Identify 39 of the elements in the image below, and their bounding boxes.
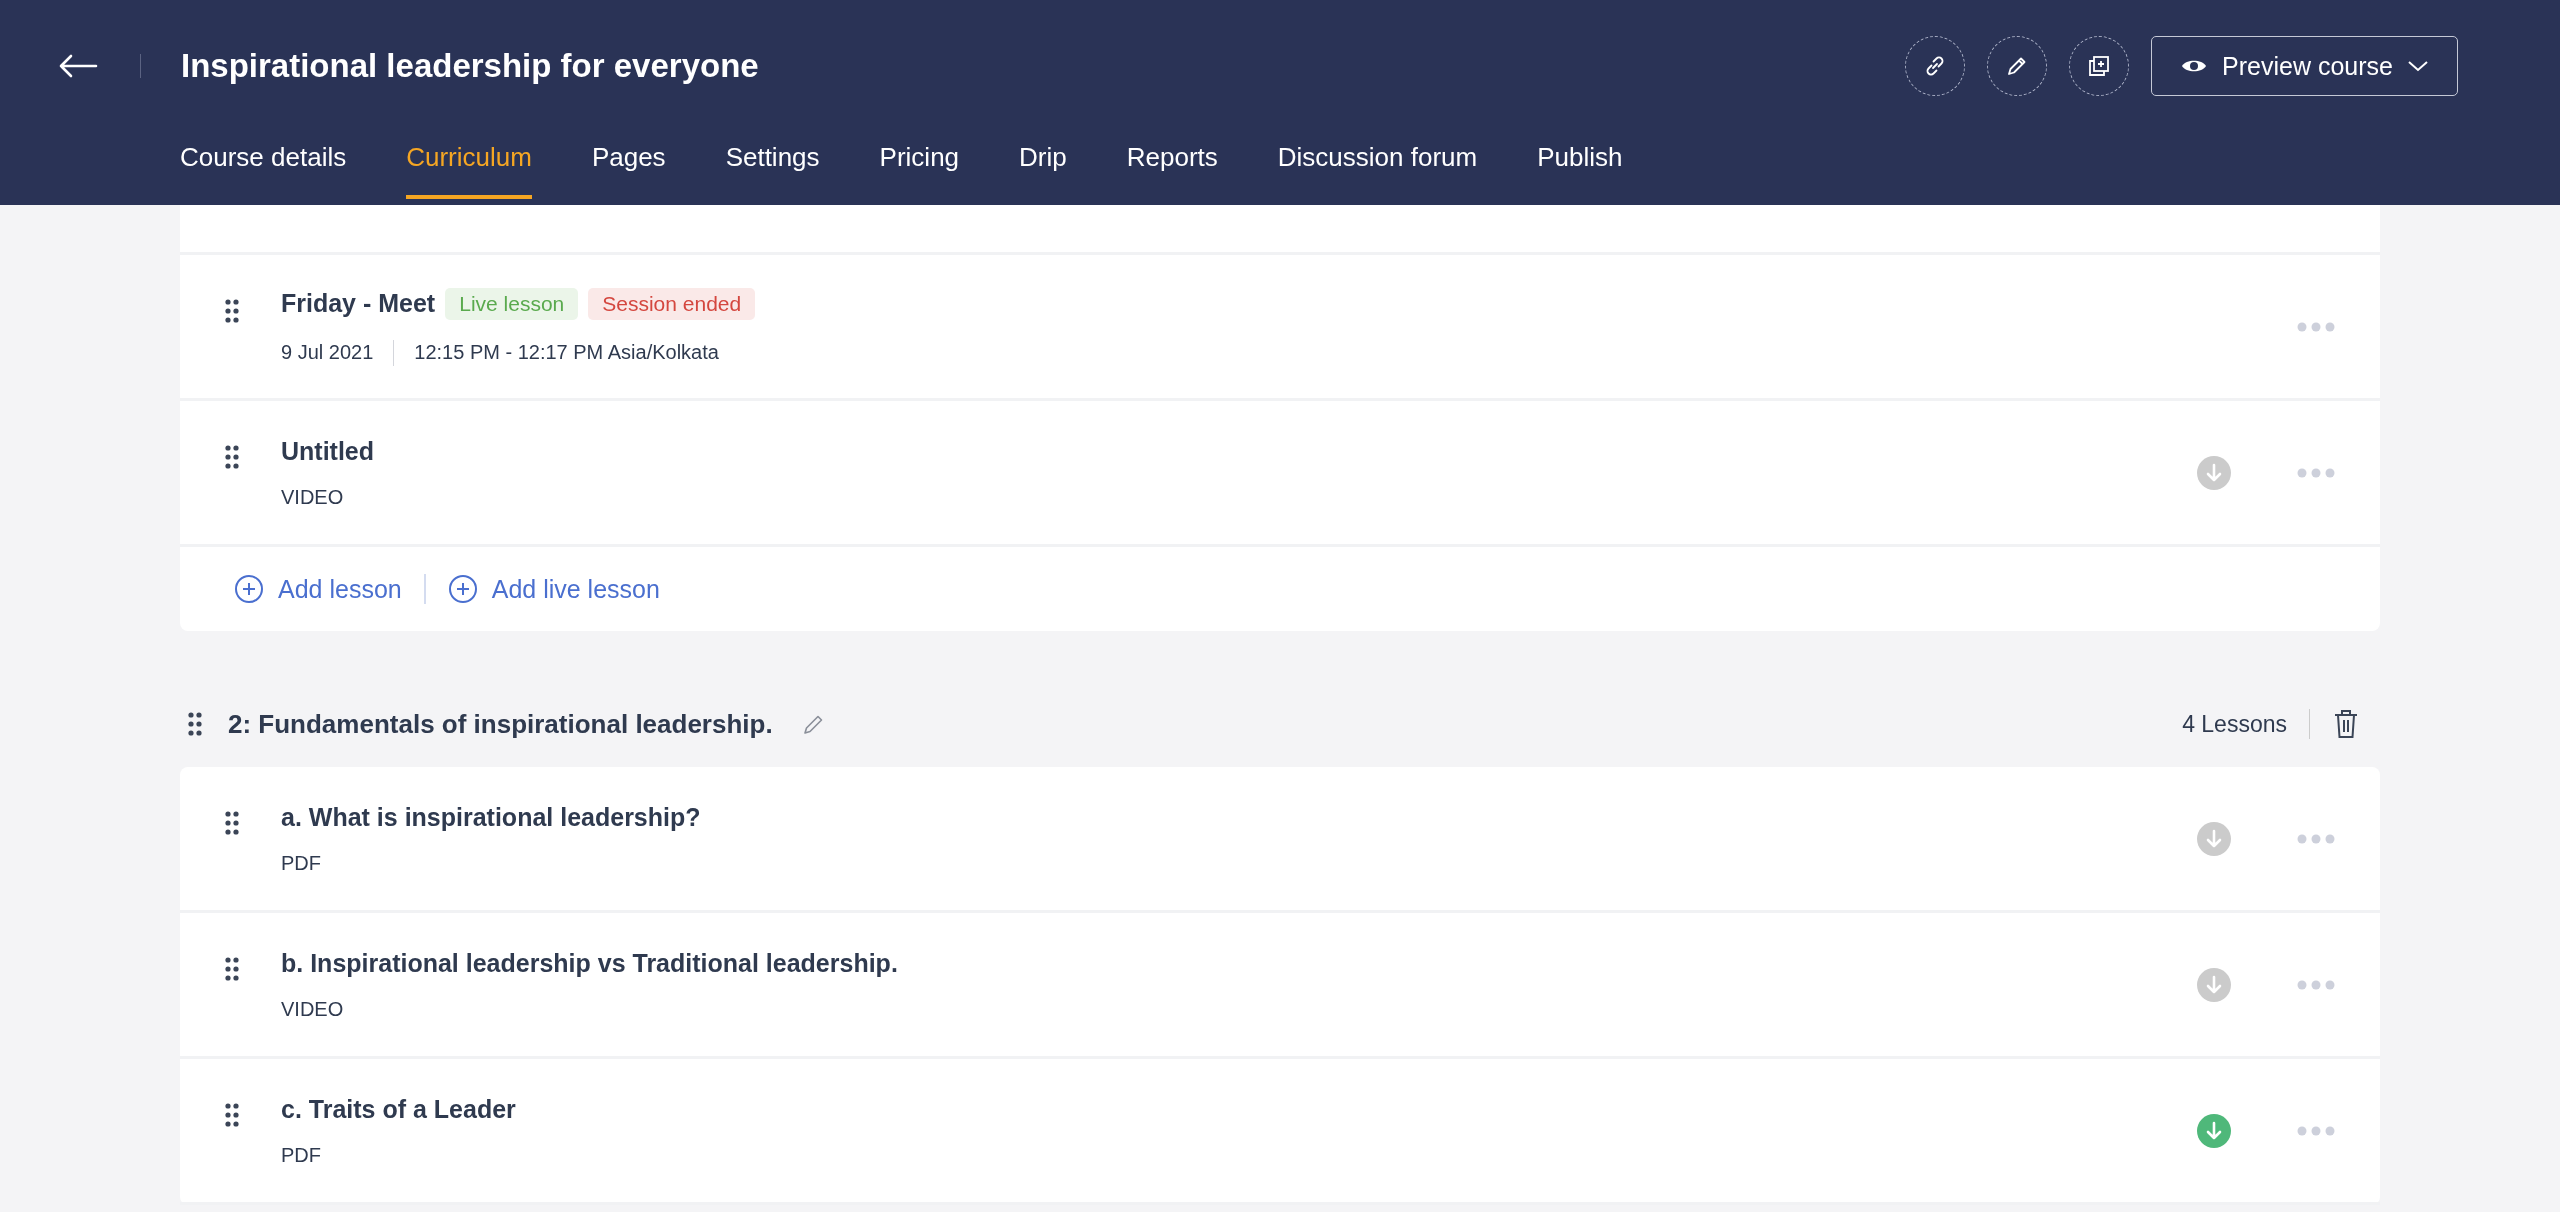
- lesson-date: 9 Jul 2021: [281, 341, 374, 364]
- nav-tab[interactable]: Curriculum: [406, 142, 532, 199]
- nav-tab[interactable]: Drip: [1019, 142, 1067, 199]
- drag-handle-icon[interactable]: [188, 712, 202, 736]
- course-title: Inspirational leadership for everyone: [181, 47, 759, 85]
- delete-icon[interactable]: [2332, 708, 2360, 740]
- drag-handle-icon[interactable]: [225, 299, 239, 323]
- lesson-title: Friday - Meet: [281, 289, 436, 318]
- nav-tab[interactable]: Settings: [725, 142, 820, 199]
- plus-circle-icon: [234, 574, 264, 604]
- lesson-title: a. What is inspirational leadership?: [281, 802, 701, 832]
- nav-tab[interactable]: Pricing: [879, 142, 960, 199]
- lesson-type: PDF: [281, 851, 321, 875]
- lesson-title: c. Traits of a Leader: [281, 1094, 516, 1124]
- drag-handle-icon[interactable]: [225, 1103, 239, 1127]
- lesson-title: Untitled: [281, 436, 375, 466]
- lesson-type: VIDEO: [281, 485, 344, 509]
- nav-tab[interactable]: Reports: [1126, 142, 1218, 199]
- drag-handle-icon[interactable]: [225, 811, 239, 835]
- lesson-type: VIDEO: [281, 997, 344, 1021]
- back-arrow-icon[interactable]: [58, 54, 98, 78]
- plus-circle-icon: [447, 574, 478, 604]
- chevron-down-icon: [2407, 59, 2429, 73]
- nav-tab[interactable]: Pages: [591, 142, 666, 199]
- nav-tab[interactable]: Course details: [180, 142, 347, 199]
- add-lesson-link[interactable]: Add lesson: [234, 574, 402, 604]
- lesson-type: PDF: [281, 1143, 321, 1167]
- lesson-count: 4 Lessons: [2182, 710, 2287, 738]
- section-title: 2: Fundamentals of inspirational leadership.: [228, 708, 773, 740]
- add-lesson-link[interactable]: Add live lesson: [447, 574, 660, 604]
- lesson-title: b. Inspirational leadership vs Traditional leadership.: [281, 948, 898, 978]
- nav-tab[interactable]: Discussion forum: [1277, 142, 1478, 199]
- drag-handle-icon[interactable]: [225, 445, 239, 469]
- drag-handle-icon[interactable]: [225, 957, 239, 981]
- status-tag: Live lesson: [445, 287, 579, 320]
- lesson-time: 12:15 PM - 12:17 PM Asia/Kolkata: [414, 341, 719, 364]
- nav-tab[interactable]: Publish: [1537, 142, 1623, 199]
- status-tag: Session ended: [588, 287, 756, 320]
- preview-course-button[interactable]: Preview course: [2151, 36, 2458, 96]
